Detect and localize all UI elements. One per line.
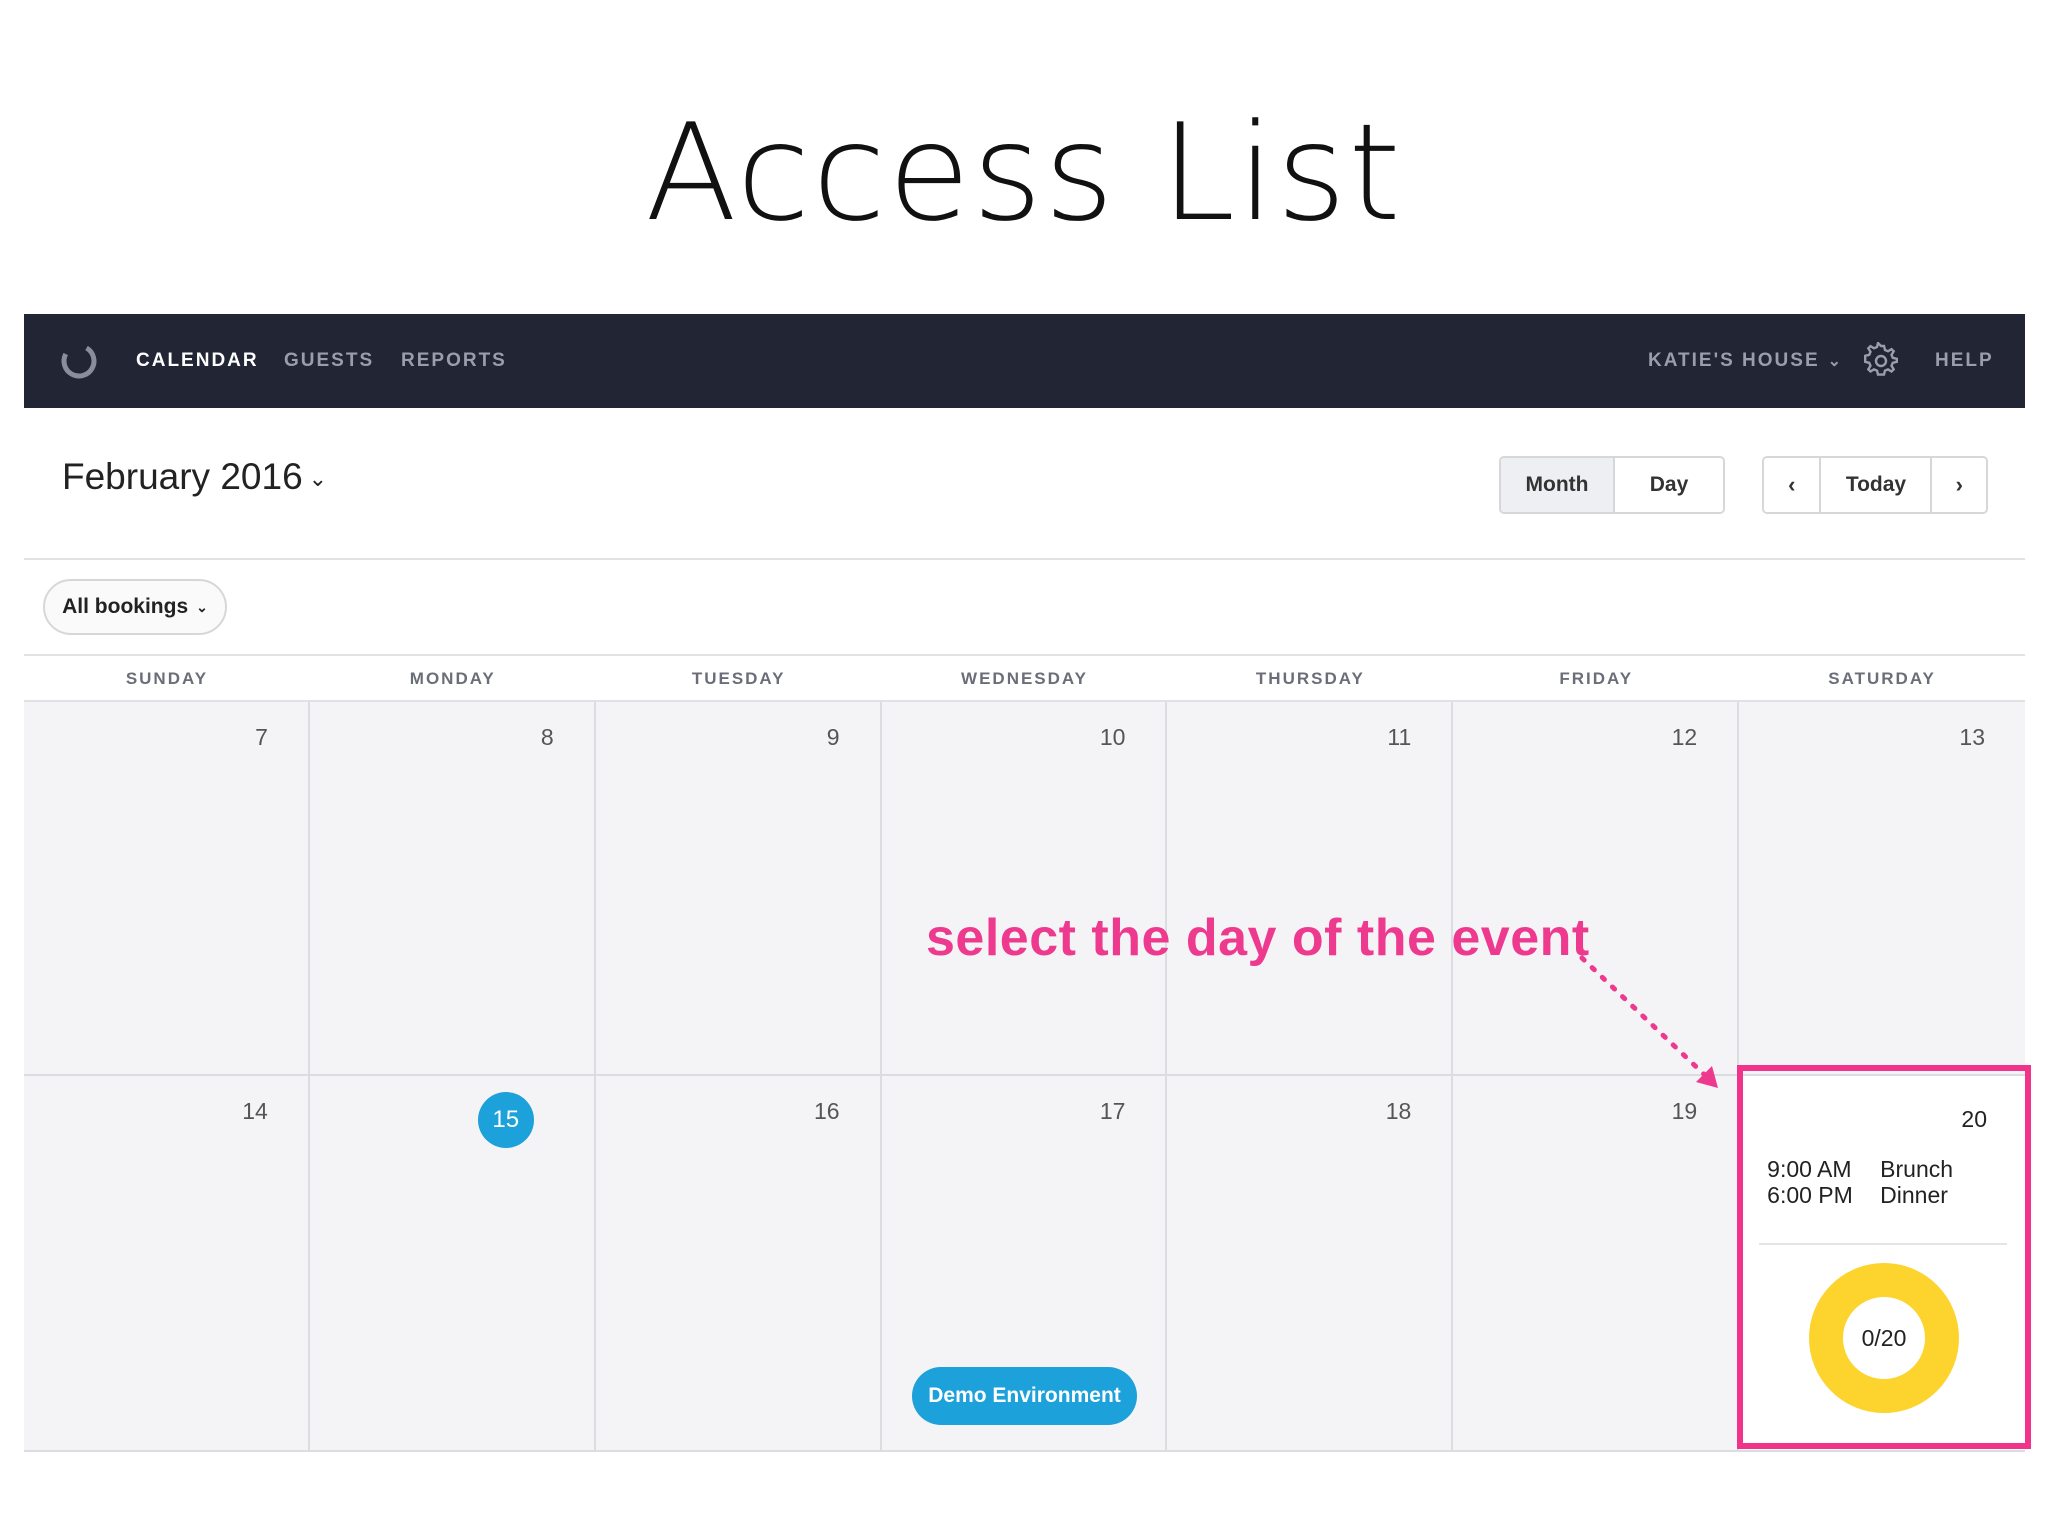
day-cell[interactable]: 18 bbox=[1167, 1076, 1454, 1450]
day-view-button[interactable]: Day bbox=[1613, 458, 1723, 512]
day-number: 20 bbox=[1961, 1106, 1988, 1132]
day-number: 17 bbox=[1099, 1098, 1126, 1124]
calendar-app: CALENDAR GUESTS REPORTS KATIE'S HOUSE ⌄ H… bbox=[24, 314, 2026, 1452]
top-navbar: CALENDAR GUESTS REPORTS KATIE'S HOUSE ⌄ H… bbox=[24, 314, 2025, 408]
date-navigation: ‹ Today › bbox=[1762, 456, 1988, 514]
weekday-tuesday: TUESDAY bbox=[691, 669, 786, 688]
day-number: 16 bbox=[813, 1098, 840, 1124]
day-cell[interactable]: 7 bbox=[24, 702, 310, 1074]
event-name: Brunch bbox=[1880, 1156, 1954, 1182]
day-cell[interactable]: 9 bbox=[595, 702, 882, 1074]
day-number: 18 bbox=[1385, 1098, 1412, 1124]
divider bbox=[1759, 1243, 2008, 1245]
gear-icon[interactable] bbox=[1862, 342, 1900, 380]
venue-selector[interactable]: KATIE'S HOUSE ⌄ bbox=[1648, 314, 1843, 408]
venue-label: KATIE'S HOUSE bbox=[1648, 350, 1820, 371]
month-selector[interactable]: February 2016 ⌄ bbox=[62, 456, 327, 498]
day-number: 14 bbox=[242, 1098, 268, 1124]
weekday-monday: MONDAY bbox=[409, 669, 496, 688]
day-cell-today[interactable]: 15 bbox=[309, 1076, 596, 1450]
annotation-text: select the day of the event bbox=[926, 909, 1590, 967]
demo-environment-button[interactable]: Demo Environment bbox=[912, 1367, 1137, 1425]
month-view-button[interactable]: Month bbox=[1501, 458, 1613, 512]
day-number: 9 bbox=[826, 724, 840, 750]
weekday-wednesday: WEDNESDAY bbox=[961, 669, 1088, 688]
weekday-saturday: SATURDAY bbox=[1828, 669, 1936, 688]
view-toggle: Month Day bbox=[1499, 456, 1725, 514]
weekday-friday: FRIDAY bbox=[1559, 669, 1634, 688]
event-item[interactable]: 6:00 PM Dinner bbox=[1767, 1182, 1953, 1208]
filter-bar: All bookings ⌄ bbox=[24, 560, 2025, 656]
day-number: 8 bbox=[540, 724, 554, 750]
weekday-sunday: SUNDAY bbox=[125, 669, 209, 688]
weekday-header: SUNDAY MONDAY TUESDAY WEDNESDAY THURSDAY… bbox=[24, 656, 2025, 702]
day-number: 12 bbox=[1671, 724, 1698, 750]
day-cell[interactable]: 10 bbox=[881, 702, 1168, 1074]
nav-guests[interactable]: GUESTS bbox=[284, 314, 374, 408]
day-cell-selected[interactable]: 20 9:00 AM Brunch 6:00 PM Dinner 0/20 bbox=[1739, 1076, 2026, 1450]
today-button[interactable]: Today bbox=[1819, 458, 1931, 512]
day-number: 7 bbox=[255, 724, 268, 750]
chevron-down-icon: ⌄ bbox=[196, 598, 208, 615]
bookings-filter-dropdown[interactable]: All bookings ⌄ bbox=[43, 579, 227, 635]
capacity-donut-chart: 0/20 bbox=[1809, 1263, 1960, 1413]
loading-ring-logo-icon[interactable] bbox=[60, 342, 98, 380]
day-number: 11 bbox=[1387, 724, 1412, 750]
filter-label: All bookings bbox=[62, 595, 189, 618]
capacity-label: 0/20 bbox=[1862, 1325, 1907, 1351]
day-number: 13 bbox=[1959, 724, 1986, 750]
event-time: 6:00 PM bbox=[1767, 1182, 1853, 1208]
chevron-down-icon: ⌄ bbox=[1827, 353, 1844, 370]
nav-reports[interactable]: REPORTS bbox=[401, 314, 507, 408]
day-cell[interactable]: 14 bbox=[24, 1076, 310, 1450]
today-badge: 15 bbox=[477, 1092, 534, 1148]
day-number: 10 bbox=[1099, 724, 1126, 750]
slide-title: Access List bbox=[645, 95, 1403, 251]
calendar-toolbar: February 2016 ⌄ Month Day ‹ Today › bbox=[24, 408, 2025, 560]
event-name: Dinner bbox=[1880, 1182, 1948, 1208]
day-cell[interactable]: 19 bbox=[1453, 1076, 1740, 1450]
nav-calendar[interactable]: CALENDAR bbox=[136, 314, 259, 408]
day-number: 19 bbox=[1671, 1098, 1698, 1124]
day-cell[interactable]: 13 bbox=[1739, 702, 2026, 1074]
event-item[interactable]: 9:00 AM Brunch bbox=[1767, 1156, 1953, 1182]
day-cell[interactable]: 11 bbox=[1167, 702, 1454, 1074]
weekday-thursday: THURSDAY bbox=[1255, 669, 1365, 688]
chevron-down-icon: ⌄ bbox=[308, 466, 328, 492]
next-button[interactable]: › bbox=[1930, 458, 1986, 512]
annotation-arrow-icon bbox=[1579, 955, 1718, 1088]
previous-button[interactable]: ‹ bbox=[1764, 458, 1820, 512]
day-cell[interactable]: 8 bbox=[309, 702, 596, 1074]
nav-help[interactable]: HELP bbox=[1935, 314, 1994, 408]
event-time: 9:00 AM bbox=[1767, 1156, 1852, 1182]
month-label: February 2016 bbox=[62, 456, 303, 497]
event-list: 9:00 AM Brunch 6:00 PM Dinner bbox=[1767, 1156, 1953, 1208]
day-cell[interactable]: 16 bbox=[595, 1076, 882, 1450]
